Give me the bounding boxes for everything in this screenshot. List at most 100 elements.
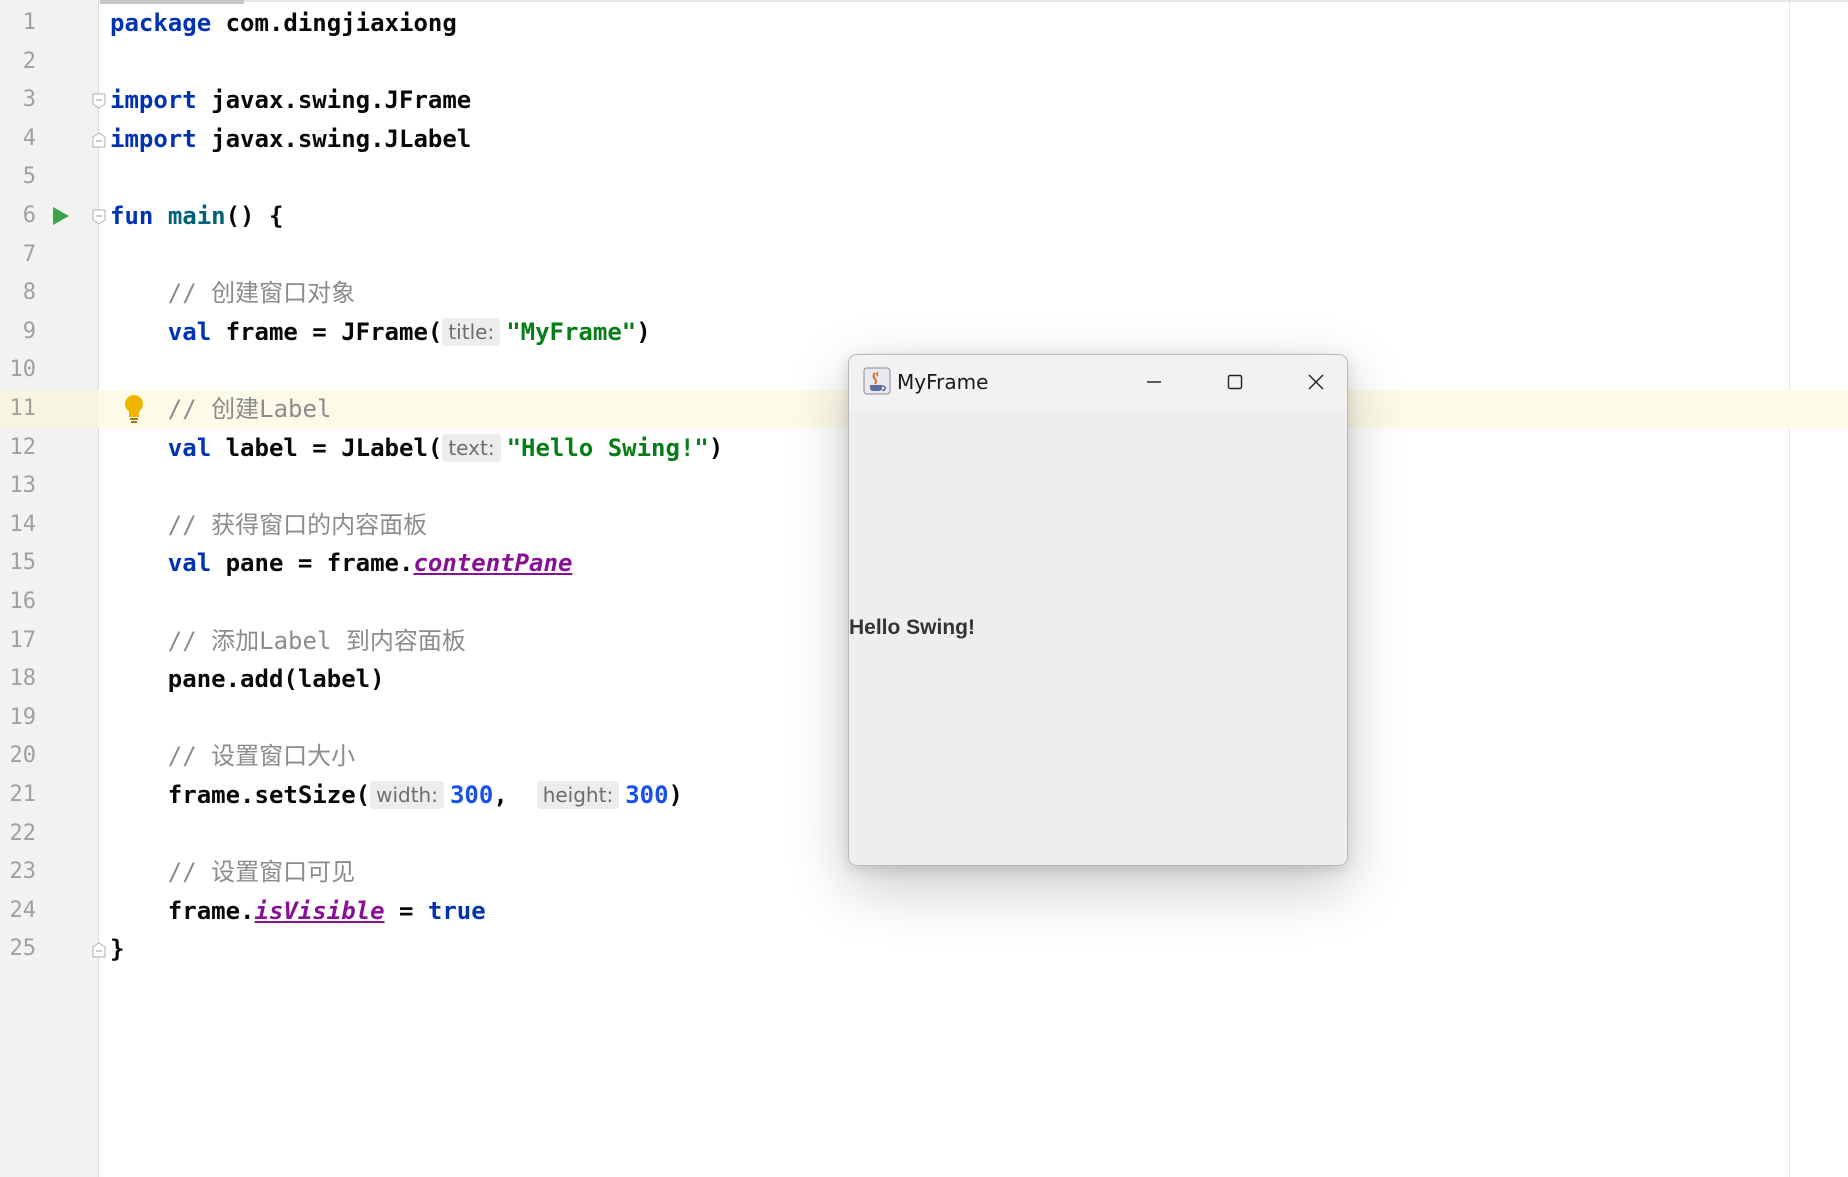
code-token: , — [493, 781, 537, 809]
code-token: pane.add(label) — [167, 665, 385, 694]
code-line[interactable]: 25} — [0, 930, 1848, 968]
minimize-icon — [1147, 381, 1161, 383]
maximize-icon — [1227, 374, 1243, 390]
line-number: 23 — [9, 859, 37, 885]
line-number: 18 — [9, 666, 37, 692]
comment-token: 创建窗口对象 — [211, 279, 356, 308]
fold-icon[interactable] — [92, 132, 106, 148]
keyword-token: val — [167, 433, 212, 462]
keyword-token: import — [110, 86, 197, 115]
comment-token: // — [167, 626, 212, 655]
code-token: javax.swing.JLabel — [196, 124, 472, 153]
comment-token: // — [167, 279, 212, 308]
keyword-token: fun — [110, 202, 154, 230]
fold-icon[interactable] — [92, 93, 106, 109]
code-token: = — [384, 896, 428, 925]
java-cup-icon — [863, 367, 891, 395]
code-text: import javax.swing.JFrame — [110, 86, 471, 114]
line-number: 25 — [9, 936, 37, 962]
line-number: 21 — [9, 782, 37, 807]
function-name-token: main — [167, 202, 226, 230]
string-literal-token: "Hello Swing!" — [506, 433, 709, 462]
minimize-button[interactable] — [1114, 355, 1194, 410]
window-content-pane: Hello Swing! — [849, 410, 1347, 865]
parameter-hint: title: — [442, 317, 501, 346]
comment-token: 到内容面板 — [331, 626, 466, 655]
code-line[interactable]: 8 // 创建窗口对象 — [0, 274, 1848, 312]
code-text: // 设置窗口大小 — [110, 742, 355, 770]
code-token: } — [110, 935, 125, 964]
code-text: val frame = JFrame(title: "MyFrame") — [110, 317, 651, 346]
code-line[interactable]: 2 — [0, 43, 1848, 81]
code-token: () { — [225, 202, 284, 230]
editor-top-border — [0, 0, 1848, 2]
swing-window[interactable]: MyFrame Hello Swing! — [848, 354, 1348, 866]
code-line[interactable]: 7 — [0, 236, 1848, 274]
code-line[interactable]: 5 — [0, 158, 1848, 196]
comment-token: // — [167, 858, 212, 887]
code-line[interactable]: 3 import javax.swing.JFrame — [0, 81, 1848, 119]
code-text: // 创建Label — [110, 395, 332, 423]
code-token: pane = frame. — [211, 549, 414, 578]
comment-token: 获得窗口的内容面板 — [211, 510, 428, 539]
line-number: 4 — [22, 125, 36, 151]
number-literal-token: 300 — [449, 781, 494, 809]
code-line[interactable]: 6 fun main() { — [0, 197, 1848, 235]
line-number: 1 — [22, 10, 36, 35]
property-token: isVisible — [254, 896, 385, 925]
line-number: 12 — [9, 434, 37, 460]
maximize-button[interactable] — [1195, 355, 1275, 410]
comment-token: 创建 — [211, 395, 260, 423]
fold-icon[interactable] — [92, 942, 106, 958]
code-text: fun main() { — [110, 202, 283, 230]
comment-token: // — [167, 510, 212, 539]
run-icon[interactable] — [50, 206, 70, 226]
line-number: 22 — [9, 820, 37, 846]
line-number: 7 — [22, 241, 36, 267]
line-number: 11 — [9, 396, 37, 421]
code-token: frame = JFrame( — [211, 317, 443, 346]
code-text: // 获得窗口的内容面板 — [110, 511, 427, 539]
code-text: // 设置窗口可见 — [110, 858, 355, 886]
line-number: 6 — [22, 203, 36, 228]
keyword-token: true — [427, 896, 486, 925]
line-number: 10 — [9, 357, 37, 383]
code-text: pane.add(label) — [110, 665, 385, 693]
close-button[interactable] — [1276, 355, 1347, 410]
code-text: // 创建窗口对象 — [110, 279, 355, 307]
keyword-token: package — [110, 9, 212, 37]
code-text: val pane = frame.contentPane — [110, 549, 573, 578]
line-number: 19 — [9, 704, 37, 730]
comment-token: 添加 — [211, 626, 260, 655]
line-number: 3 — [22, 87, 36, 113]
parameter-hint: width: — [370, 781, 444, 809]
code-text: import javax.swing.JLabel — [110, 125, 471, 153]
code-line[interactable]: 9 val frame = JFrame(title: "MyFrame") — [0, 313, 1848, 351]
code-line[interactable]: 4 import javax.swing.JLabel — [0, 120, 1848, 158]
comment-token: 设置窗口大小 — [211, 742, 356, 771]
code-line[interactable]: 1 package com.dingjiaxiong — [0, 4, 1848, 42]
string-literal-token: "MyFrame" — [506, 317, 637, 346]
code-text: frame.isVisible = true — [110, 897, 486, 925]
line-number: 14 — [9, 511, 37, 537]
parameter-hint: text: — [442, 433, 501, 462]
code-line[interactable]: 24 frame.isVisible = true — [0, 892, 1848, 930]
line-number: 15 — [9, 550, 37, 576]
code-token: ) — [708, 433, 724, 462]
code-token: ) — [636, 317, 651, 346]
comment-token: // — [167, 395, 212, 423]
line-number: 9 — [22, 318, 36, 344]
fold-icon[interactable] — [92, 209, 106, 225]
line-number: 20 — [9, 743, 37, 769]
line-number: 16 — [9, 589, 37, 614]
code-text: frame.setSize(width: 300, height: 300) — [110, 781, 683, 809]
window-titlebar[interactable]: MyFrame — [849, 355, 1347, 410]
